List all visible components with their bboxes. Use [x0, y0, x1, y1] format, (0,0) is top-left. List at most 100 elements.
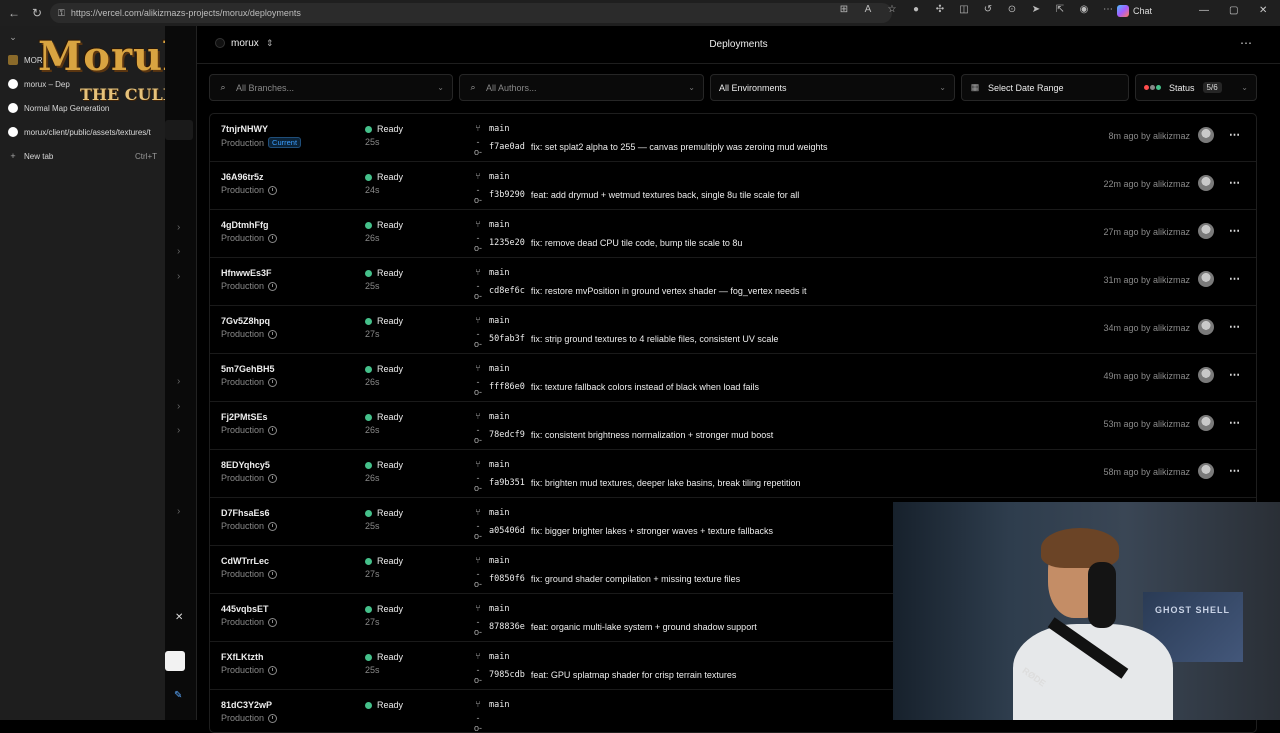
commit[interactable]: -o-fa9b351 fix: brighten mud textures, de… [473, 473, 801, 493]
chevron-right-icon[interactable]: › [177, 222, 180, 233]
row-more-icon[interactable]: ⋯ [1229, 320, 1240, 333]
row-more-icon[interactable]: ⋯ [1229, 464, 1240, 477]
more-options-icon[interactable]: ⋯ [1240, 36, 1252, 50]
branch[interactable]: ⑂ main [473, 268, 509, 278]
branch[interactable]: ⑂ main [473, 700, 509, 710]
maximize-icon[interactable]: ▢ [1229, 5, 1238, 16]
chevron-right-icon[interactable]: › [177, 271, 180, 282]
share-icon[interactable]: ⇱ [1051, 4, 1069, 15]
deployment-row[interactable]: 5m7GehBH5 Production Ready 26s ⑂ main -o-fff86… [210, 354, 1256, 402]
row-more-icon[interactable]: ⋯ [1229, 416, 1240, 429]
deployment-row[interactable]: 7Gv5Z8hpq Production Ready 27s ⑂ main -o- 50fab… [210, 306, 1256, 354]
close-icon[interactable]: ✕ [175, 612, 183, 623]
deployment-row[interactable]: 8EDYqhcy5 Production Ready 26s ⑂ main -o-fa9b3… [210, 450, 1256, 498]
deployment-id[interactable]: 8EDYqhcy5 [221, 460, 270, 470]
commit[interactable]: -o-f7ae0ad fix: set splat2 alpha to 255 —… [473, 137, 828, 157]
sidebar-item[interactable] [165, 120, 193, 140]
deployment-id[interactable]: 5m7GehBH5 [221, 364, 275, 374]
new-tab-button[interactable]: + New tab Ctrl+T [0, 144, 165, 168]
branch[interactable]: ⑂ main [473, 460, 509, 470]
deployment-id[interactable]: D7FhsaEs6 [221, 508, 270, 518]
favorite-star-icon[interactable]: ☆ [883, 4, 901, 15]
branch[interactable]: ⑂ main [473, 556, 509, 566]
row-more-icon[interactable]: ⋯ [1229, 128, 1240, 141]
chevron-right-icon[interactable]: › [177, 425, 180, 436]
author-avatar[interactable] [1198, 367, 1214, 383]
deployment-row[interactable]: 4gDtmhFfg Production Ready 26s ⑂ main -o- 1235e… [210, 210, 1256, 258]
address-bar[interactable]: ⚿ https://vercel.com/alikizmazs-projects… [50, 3, 892, 23]
environments-select[interactable]: All Environments ⌄ [710, 74, 955, 101]
author-avatar[interactable] [1198, 463, 1214, 479]
branch[interactable]: ⑂ main [473, 220, 509, 230]
commit[interactable]: -o- 878836e feat: organic multi-lake syste… [473, 617, 757, 637]
branch[interactable]: ⑂ main [473, 364, 509, 374]
chevron-right-icon[interactable]: › [177, 246, 180, 257]
sidebar-input[interactable] [165, 651, 185, 671]
status-filter[interactable]: Status 5/6 ⌄ [1135, 74, 1257, 101]
commit[interactable]: -o-fff86e0 fix: texture fallback colors i… [473, 377, 759, 397]
chevron-right-icon[interactable]: › [177, 506, 180, 517]
more-icon[interactable]: ⋯ [1099, 4, 1117, 15]
branch[interactable]: ⑂ main [473, 412, 509, 422]
downloads-icon[interactable]: ⊙ [1003, 4, 1021, 15]
author-avatar[interactable] [1198, 223, 1214, 239]
extensions-icon[interactable]: ✣ [931, 4, 949, 15]
deployment-row[interactable]: 7tnjrNHWY Production Current Ready 25s ⑂ main -… [210, 114, 1256, 162]
feedback-icon[interactable]: ✎ [174, 690, 182, 701]
commit[interactable]: -o-cd8ef6c fix: restore mvPosition in gro… [473, 281, 806, 301]
chevron-right-icon[interactable]: › [177, 376, 180, 387]
deployment-id[interactable]: 7Gv5Z8hpq [221, 316, 270, 326]
branches-filter[interactable]: ⌕ All Branches... ⌄ [209, 74, 453, 101]
author-avatar[interactable] [1198, 319, 1214, 335]
extension-icon[interactable]: ● [907, 4, 925, 15]
commit[interactable]: -o- 50fab3f fix: strip ground textures to … [473, 329, 778, 349]
commit[interactable]: -o- 78edcf9 fix: consistent brightness nor… [473, 425, 773, 445]
commit[interactable]: -o-f3b9290 feat: add drymud + wetmud text… [473, 185, 799, 205]
commit[interactable]: -o- 7985cdb feat: GPU splatmap shader for … [473, 665, 736, 685]
deployment-id[interactable]: 81dC3Y2wP [221, 700, 272, 710]
branch[interactable]: ⑂ main [473, 172, 509, 182]
branch[interactable]: ⑂ main [473, 316, 509, 326]
commit[interactable]: -o-a05406d fix: bigger brighter lakes + s… [473, 521, 773, 541]
date-range-picker[interactable]: ▦ Select Date Range [961, 74, 1129, 101]
commit[interactable]: -o- [473, 713, 495, 732]
branch[interactable]: ⑂ main [473, 652, 509, 662]
deployment-id[interactable]: CdWTrrLec [221, 556, 269, 566]
row-more-icon[interactable]: ⋯ [1229, 176, 1240, 189]
deployment-id[interactable]: 445vqbsET [221, 604, 269, 614]
deployment-id[interactable]: Fj2PMtSEs [221, 412, 268, 422]
chevron-right-icon[interactable]: › [177, 401, 180, 412]
site-info-icon[interactable]: ⚿ [58, 8, 65, 19]
row-more-icon[interactable]: ⋯ [1229, 272, 1240, 285]
deployment-id[interactable]: J6A96tr5z [221, 172, 264, 182]
back-icon[interactable]: ← [2, 1, 26, 25]
profile-avatar[interactable]: ◉ [1075, 4, 1093, 15]
read-aloud-icon[interactable]: A [859, 4, 877, 15]
branch[interactable]: ⑂ main [473, 124, 509, 134]
branch[interactable]: ⑂ main [473, 508, 509, 518]
deployment-id[interactable]: 7tnjrNHWY [221, 124, 268, 134]
branch[interactable]: ⑂ main [473, 604, 509, 614]
commit[interactable]: -o- 1235e20 fix: remove dead CPU tile code… [473, 233, 742, 253]
copilot-chat-button[interactable]: Chat [1117, 5, 1152, 17]
minimize-icon[interactable]: — [1199, 5, 1209, 16]
author-avatar[interactable] [1198, 271, 1214, 287]
deployment-id[interactable]: HfnwwEs3F [221, 268, 272, 278]
app-available-icon[interactable]: ⊞ [835, 4, 853, 15]
deployment-row[interactable]: Fj2PMtSEs Production Ready 26s ⑂ main -o- 78edc… [210, 402, 1256, 450]
row-more-icon[interactable]: ⋯ [1229, 224, 1240, 237]
split-screen-icon[interactable]: ◫ [955, 4, 973, 15]
author-avatar[interactable] [1198, 175, 1214, 191]
author-avatar[interactable] [1198, 415, 1214, 431]
row-more-icon[interactable]: ⋯ [1229, 368, 1240, 381]
author-avatar[interactable] [1198, 127, 1214, 143]
authors-filter[interactable]: ⌕ All Authors... ⌄ [459, 74, 704, 101]
deployment-row[interactable]: J6A96tr5z Production Ready 24s ⑂ main -o-f3b92… [210, 162, 1256, 210]
refresh-icon[interactable]: ↻ [25, 1, 49, 25]
deployment-id[interactable]: FXfLKtzth [221, 652, 264, 662]
commit[interactable]: -o-f0850f6 fix: ground shader compilation… [473, 569, 740, 589]
deployment-id[interactable]: 4gDtmhFfg [221, 220, 269, 230]
send-icon[interactable]: ➤ [1027, 4, 1045, 15]
deployment-row[interactable]: HfnwwEs3F Production Ready 25s ⑂ main -o-cd8ef… [210, 258, 1256, 306]
history-icon[interactable]: ↺ [979, 4, 997, 15]
